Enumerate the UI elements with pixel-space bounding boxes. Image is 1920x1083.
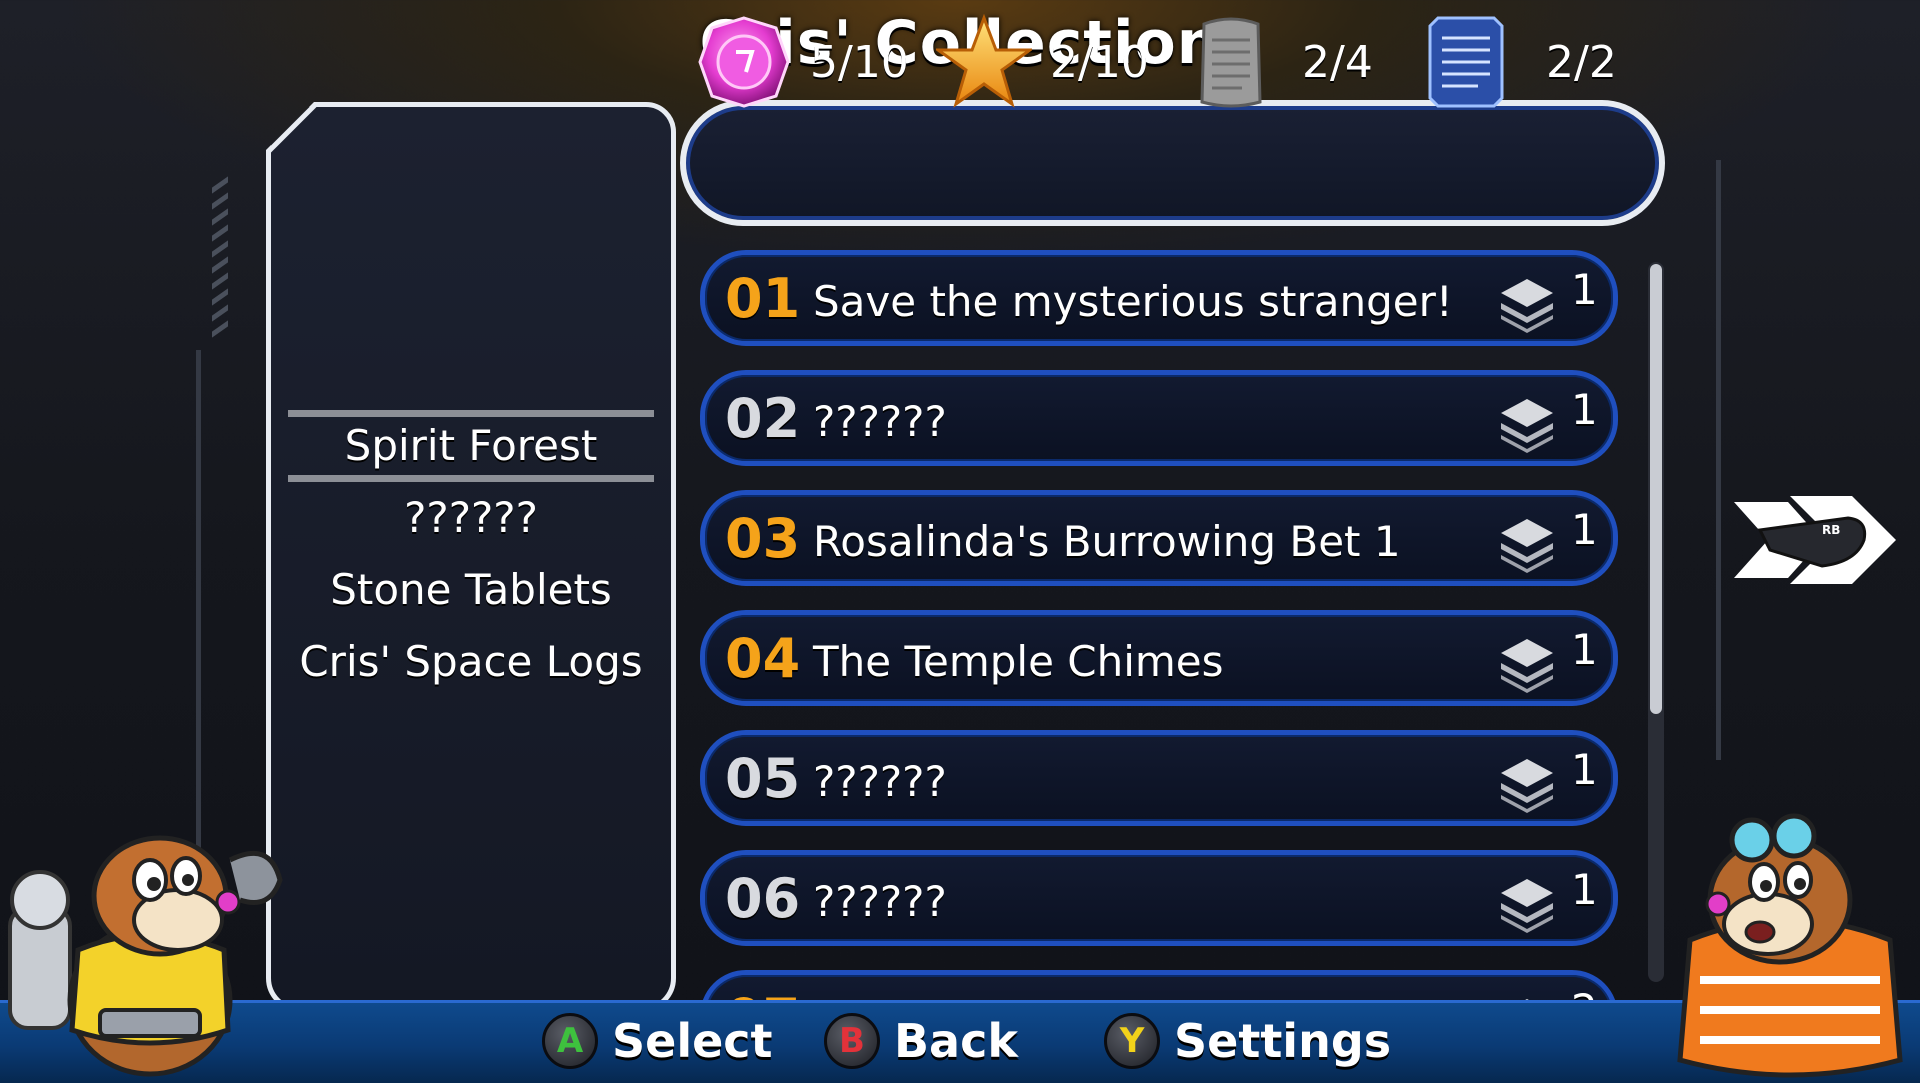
- category-menu: Spirit Forest ?????? Stone Tablets Cris'…: [266, 410, 676, 698]
- mole-engineer-character: [1677, 813, 1903, 1078]
- entry-number: 06: [725, 867, 801, 930]
- list-item[interactable]: 04 The Temple Chimes 1: [700, 610, 1618, 706]
- entry-title: The Temple Chimes: [813, 637, 1224, 686]
- list-item[interactable]: 02 ?????? 1: [700, 370, 1618, 466]
- gems-count: 5/10: [810, 36, 909, 88]
- panel-corner-decoration: [266, 102, 318, 154]
- entry-count: 1: [1571, 385, 1598, 434]
- stack-icon: [1501, 879, 1553, 933]
- entry-count: 1: [1571, 625, 1598, 674]
- entry-list: 01 Save the mysterious stranger! 1 02 ??…: [700, 250, 1630, 1002]
- space-log-icon: [1428, 16, 1504, 108]
- entry-number: 05: [725, 747, 801, 810]
- entry-title: ??????: [813, 397, 947, 446]
- entry-title: ??????: [813, 757, 947, 806]
- gold-star-icon: [936, 14, 1032, 108]
- entry-number: 02: [725, 387, 801, 450]
- hint-select-label: Select: [612, 1014, 773, 1068]
- entry-number: 03: [725, 507, 801, 570]
- stack-icon: [1501, 519, 1553, 573]
- logs-count: 2/2: [1546, 36, 1617, 88]
- entry-count: 1: [1571, 745, 1598, 794]
- hint-back-label: Back: [894, 1014, 1018, 1068]
- stack-icon: [1501, 759, 1553, 813]
- entry-number: 04: [725, 627, 801, 690]
- menu-item-unknown[interactable]: ??????: [266, 482, 676, 554]
- stat-gems: 5/10: [696, 14, 909, 110]
- entry-title: Save the mysterious stranger!: [813, 277, 1453, 326]
- hint-settings[interactable]: Y Settings: [1104, 1012, 1391, 1070]
- a-button-icon: A: [542, 1013, 598, 1069]
- mole-astronaut-character: [8, 835, 283, 1077]
- list-item[interactable]: 06 ?????? 1: [700, 850, 1618, 946]
- collection-stats-bar: [680, 100, 1665, 226]
- tablets-count: 2/4: [1302, 36, 1373, 88]
- list-item[interactable]: 05 ?????? 1: [700, 730, 1618, 826]
- entry-count: 1: [1571, 865, 1598, 914]
- entry-count: 1: [1571, 505, 1598, 554]
- entry-count: 1: [1571, 265, 1598, 314]
- menu-item-spirit-forest[interactable]: Spirit Forest: [288, 410, 654, 482]
- next-page-button[interactable]: RB: [1730, 488, 1900, 592]
- menu-item-stone-tablets[interactable]: Stone Tablets: [266, 554, 676, 626]
- right-rail-decoration: [1690, 160, 1721, 760]
- stone-tablet-icon: [1200, 17, 1262, 108]
- stat-stars: 2/10: [936, 14, 1149, 110]
- list-item[interactable]: 03 Rosalinda's Burrowing Bet 1 1: [700, 490, 1618, 586]
- hint-back[interactable]: B Back: [824, 1012, 1018, 1070]
- hint-settings-label: Settings: [1174, 1014, 1392, 1068]
- stars-count: 2/10: [1050, 36, 1149, 88]
- list-item[interactable]: 01 Save the mysterious stranger! 1: [700, 250, 1618, 346]
- hint-select[interactable]: A Select: [542, 1012, 773, 1070]
- list-item[interactable]: 07 2: [700, 970, 1618, 1002]
- menu-item-space-logs[interactable]: Cris' Space Logs: [266, 626, 676, 698]
- entry-title: ??????: [813, 877, 947, 926]
- y-button-icon: Y: [1104, 1013, 1160, 1069]
- stack-icon: [1501, 279, 1553, 333]
- rb-button-label: RB: [1822, 523, 1841, 537]
- pink-gem-icon: [698, 16, 790, 108]
- scrollbar-thumb[interactable]: [1650, 264, 1662, 714]
- stack-icon: [1501, 399, 1553, 453]
- chevron-right-icon: [1734, 496, 1896, 584]
- entry-title: Rosalinda's Burrowing Bet 1: [813, 517, 1401, 566]
- stat-logs: 2/2: [1426, 14, 1617, 110]
- stack-icon: [1501, 639, 1553, 693]
- b-button-icon: B: [824, 1013, 880, 1069]
- entry-number: 01: [725, 267, 801, 330]
- stat-tablets: 2/4: [1196, 14, 1373, 110]
